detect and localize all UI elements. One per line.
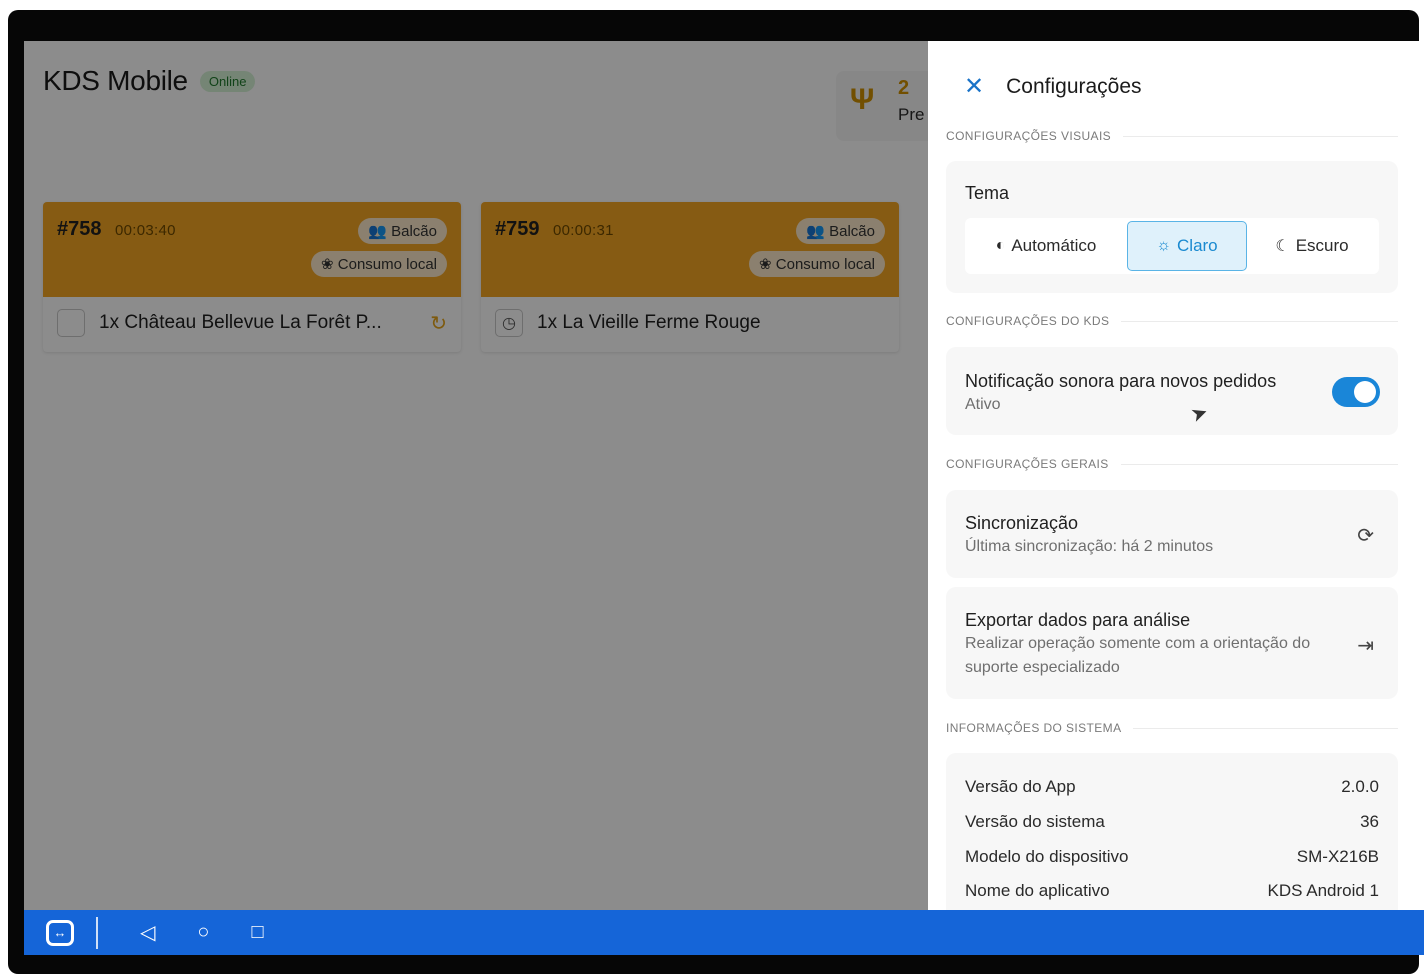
theme-selector: ◐ Automático ☼ Claro ☾ Escuro — [965, 218, 1379, 274]
system-info-panel: Versão do App 2.0.0 Versão do sistema 36… — [946, 753, 1398, 910]
sun-icon: ☼ — [1156, 237, 1172, 254]
moon-icon: ☾ — [1275, 238, 1290, 255]
theme-dark-label: Escuro — [1295, 236, 1349, 255]
info-row: Versão do App 2.0.0 — [965, 777, 1379, 797]
info-label: Modelo do dispositivo — [965, 847, 1129, 866]
settings-drawer: ✕ Configurações CONFIGURAÇÕES VISUAIS Te… — [928, 41, 1424, 910]
sync-row[interactable]: Sincronização Última sincronização: há 2… — [946, 490, 1398, 578]
export-icon[interactable]: ⇥ — [1357, 633, 1374, 658]
section-visual-label: CONFIGURAÇÕES VISUAIS — [946, 129, 1398, 143]
sync-title: Sincronização — [965, 513, 1079, 533]
recents-icon[interactable]: □ — [251, 921, 263, 944]
theme-label: Tema — [965, 183, 1010, 203]
export-subtitle: Realizar operação somente com a orientaç… — [965, 635, 1311, 676]
screen: KDS Mobile Online Ψ 2 Pre #758 00:03:40 … — [24, 41, 1424, 910]
info-label: Versão do App — [965, 777, 1076, 796]
info-row: Versão do sistema 36 — [965, 812, 1379, 832]
contrast-icon: ◐ — [995, 237, 1006, 254]
sync-icon[interactable]: ⟳ — [1357, 523, 1374, 548]
sound-notification-title: Notificação sonora para novos pedidos — [965, 371, 1277, 391]
kds-main: KDS Mobile Online Ψ 2 Pre #758 00:03:40 … — [24, 41, 946, 910]
drawer-header: ✕ Configurações — [964, 75, 1142, 99]
info-row: Modelo do dispositivo SM-X216B — [965, 847, 1379, 867]
toggle-knob — [1354, 381, 1376, 403]
info-value: KDS Android 1 — [1267, 881, 1379, 900]
sound-notification-status: Ativo — [965, 396, 1001, 413]
modal-overlay[interactable] — [24, 41, 928, 910]
theme-auto-label: Automático — [1011, 236, 1097, 255]
section-system-label: INFORMAÇÕES DO SISTEMA — [946, 721, 1398, 735]
theme-light-label: Claro — [1177, 236, 1218, 255]
close-icon[interactable]: ✕ — [964, 75, 984, 99]
info-row: Nome do aplicativo KDS Android 1 — [965, 881, 1379, 901]
sound-notification-row[interactable]: Notificação sonora para novos pedidos At… — [946, 347, 1398, 435]
info-value: 2.0.0 — [1341, 777, 1379, 796]
remote-app-icon[interactable]: ↔ — [46, 919, 74, 946]
android-nav-bar: ↔ ◁ ○ □ — [24, 910, 1424, 955]
home-icon[interactable]: ○ — [197, 921, 209, 944]
theme-dark-button[interactable]: ☾ Escuro — [1247, 221, 1377, 271]
mouse-cursor-icon: ➤ — [1187, 400, 1212, 428]
export-title: Exportar dados para análise — [965, 610, 1191, 630]
info-value: 36 — [1360, 812, 1379, 831]
back-icon[interactable]: ◁ — [140, 920, 155, 945]
export-row[interactable]: Exportar dados para análise Realizar ope… — [946, 587, 1398, 699]
info-label: Nome do aplicativo — [965, 881, 1110, 900]
drawer-title: Configurações — [1006, 75, 1142, 98]
theme-light-button[interactable]: ☼ Claro — [1127, 221, 1247, 271]
nav-divider — [96, 916, 98, 949]
section-kds-label: CONFIGURAÇÕES DO KDS — [946, 314, 1398, 328]
info-label: Versão do sistema — [965, 812, 1105, 831]
sync-subtitle: Última sincronização: há 2 minutos — [965, 538, 1214, 555]
theme-auto-button[interactable]: ◐ Automático — [965, 221, 1127, 271]
info-value: SM-X216B — [1296, 847, 1379, 866]
sound-notification-toggle[interactable] — [1332, 377, 1380, 407]
theme-panel: Tema ◐ Automático ☼ Claro ☾ Escuro — [946, 161, 1398, 293]
section-general-label: CONFIGURAÇÕES GERAIS — [946, 457, 1398, 471]
